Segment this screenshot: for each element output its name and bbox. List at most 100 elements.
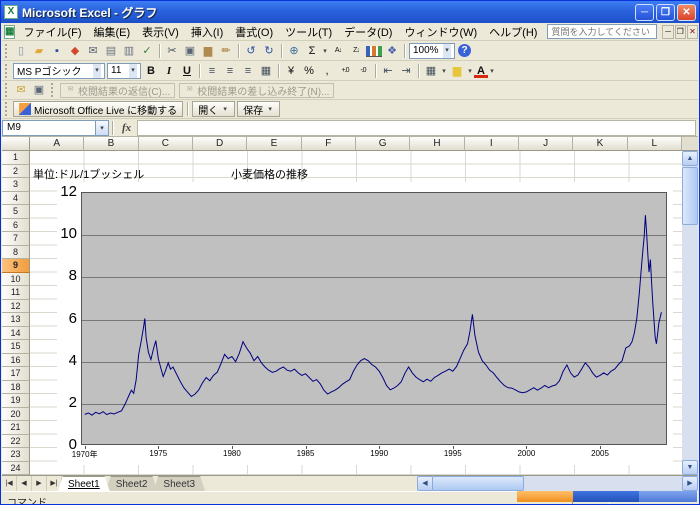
title-bar[interactable]: X Microsoft Excel - グラフ ─ ❐ ✕ (1, 1, 699, 23)
percent-style-icon[interactable]: % (300, 63, 318, 79)
menu-item-insert[interactable]: 挿入(I) (185, 23, 229, 41)
chevron-down-icon[interactable]: ▾ (221, 105, 229, 113)
underline-icon[interactable]: U (178, 63, 196, 79)
row-header-10[interactable]: 10 (2, 273, 30, 287)
menu-item-window[interactable]: ウィンドウ(W) (398, 23, 483, 41)
workbook-minimize-button[interactable]: ─ (662, 25, 673, 39)
insert-function-icon[interactable]: fx (122, 122, 131, 134)
workbook-icon[interactable]: ▦ (4, 25, 15, 39)
workbook-close-button[interactable]: ✕ (687, 25, 698, 39)
merge-center-icon[interactable]: ▦ (257, 63, 275, 79)
toolbar-grip[interactable] (5, 64, 9, 78)
align-left-icon[interactable]: ≡ (203, 63, 221, 79)
menu-item-tools[interactable]: ツール(T) (279, 23, 338, 41)
row-header-23[interactable]: 23 (2, 448, 30, 462)
name-box[interactable]: M9 (2, 120, 96, 136)
font-color-icon[interactable]: A (474, 65, 488, 78)
toolbar-grip[interactable] (51, 83, 55, 97)
office-live-save-button[interactable]: 保存 ▾ (237, 101, 280, 117)
format-painter-icon[interactable]: ✏ (217, 43, 235, 59)
scroll-left-icon[interactable]: ◀ (417, 476, 433, 491)
align-center-icon[interactable]: ≡ (221, 63, 239, 79)
spelling-icon[interactable]: ✓ (138, 43, 156, 59)
chevron-down-icon[interactable]: ▾ (321, 47, 329, 55)
row-header-20[interactable]: 20 (2, 408, 30, 422)
align-right-icon[interactable]: ≡ (239, 63, 257, 79)
print-icon[interactable]: ▤ (102, 43, 120, 59)
chart-wizard-icon[interactable] (366, 46, 382, 57)
paste-icon[interactable]: ▆ (199, 43, 217, 59)
chevron-down-icon[interactable]: ▾ (93, 64, 101, 78)
scroll-right-icon[interactable]: ▶ (682, 476, 698, 491)
column-header-J[interactable]: J (519, 137, 573, 151)
chevron-down-icon[interactable]: ▾ (440, 67, 448, 75)
row-header-4[interactable]: 4 (2, 192, 30, 206)
decrease-indent-icon[interactable]: ⇤ (379, 63, 397, 79)
question-input[interactable] (547, 24, 657, 39)
print-preview-icon[interactable]: ▥ (120, 43, 138, 59)
drawing-icon[interactable]: ❖ (383, 43, 401, 59)
wheat-price-chart[interactable]: 0246810121970年19751980198519901995200020… (57, 182, 673, 465)
close-button[interactable]: ✕ (677, 4, 696, 21)
row-header-9[interactable]: 9 (2, 259, 30, 273)
sort-ascending-icon[interactable]: A↓ (329, 43, 347, 59)
menu-item-data[interactable]: データ(D) (338, 23, 398, 41)
toolbar-grip[interactable] (5, 83, 9, 97)
row-header-15[interactable]: 15 (2, 340, 30, 354)
column-header-L[interactable]: L (628, 137, 682, 151)
chevron-down-icon[interactable]: ▾ (96, 120, 109, 136)
zoom-select[interactable]: 100% ▾ (409, 43, 455, 59)
save-icon[interactable]: ▪ (48, 43, 66, 59)
row-header-17[interactable]: 17 (2, 367, 30, 381)
row-header-22[interactable]: 22 (2, 435, 30, 449)
hyperlink-icon[interactable]: ⊕ (285, 43, 303, 59)
row-header-16[interactable]: 16 (2, 354, 30, 368)
sheet-tab-sheet2[interactable]: Sheet2 (106, 476, 158, 491)
currency-style-icon[interactable]: ¥ (282, 63, 300, 79)
toolbar-grip[interactable] (5, 44, 9, 58)
minimize-button[interactable]: ─ (635, 4, 654, 21)
row-header-21[interactable]: 21 (2, 421, 30, 435)
email-icon[interactable]: ✉ (84, 43, 102, 59)
formula-input[interactable] (137, 120, 696, 136)
row-header-3[interactable]: 3 (2, 178, 30, 192)
autosum-icon[interactable]: Σ (303, 43, 321, 59)
unit-label-cell[interactable]: 単位:ドル/1ブッシェル (33, 166, 144, 182)
menu-item-help[interactable]: ヘルプ(H) (483, 23, 543, 41)
office-live-goto-button[interactable]: Microsoft Office Live に移動する (13, 101, 183, 117)
borders-icon[interactable]: ▦ (422, 63, 440, 79)
column-header-H[interactable]: H (410, 137, 464, 151)
font-size-select[interactable]: 11 ▾ (107, 63, 141, 79)
redo-icon[interactable]: ↻ (260, 43, 278, 59)
row-header-13[interactable]: 13 (2, 313, 30, 327)
vertical-scroll-thumb[interactable] (682, 167, 698, 225)
chevron-down-icon[interactable]: ▾ (129, 64, 137, 78)
column-header-E[interactable]: E (247, 137, 301, 151)
row-header-14[interactable]: 14 (2, 327, 30, 341)
menu-item-file[interactable]: ファイル(F) (17, 23, 87, 41)
workbook-restore-button[interactable]: ❐ (675, 25, 686, 39)
fill-color-icon[interactable]: ▆ (448, 63, 466, 79)
sort-descending-icon[interactable]: Z↓ (347, 43, 365, 59)
row-header-12[interactable]: 12 (2, 300, 30, 314)
cut-icon[interactable]: ✂ (163, 43, 181, 59)
open-folder-icon[interactable]: ▰ (30, 43, 48, 59)
scroll-up-icon[interactable]: ▲ (682, 151, 698, 166)
help-icon[interactable]: ? (458, 44, 471, 57)
office-live-open-button[interactable]: 開く ▾ (192, 101, 235, 117)
row-header-7[interactable]: 7 (2, 232, 30, 246)
row-header-2[interactable]: 2 (2, 165, 30, 179)
column-header-A[interactable]: A (30, 137, 84, 151)
menu-item-format[interactable]: 書式(O) (229, 23, 279, 41)
permission-icon[interactable]: ◆ (66, 43, 84, 59)
column-header-D[interactable]: D (193, 137, 247, 151)
column-header-C[interactable]: C (139, 137, 193, 151)
sheet-tab-sheet3[interactable]: Sheet3 (153, 476, 205, 491)
chevron-down-icon[interactable]: ▾ (466, 67, 474, 75)
horizontal-scrollbar[interactable]: ◀ ▶ (417, 476, 698, 491)
increase-indent-icon[interactable]: ⇥ (397, 63, 415, 79)
menu-item-view[interactable]: 表示(V) (136, 23, 185, 41)
next-sheet-button[interactable]: ▶ (32, 476, 47, 491)
row-header-19[interactable]: 19 (2, 394, 30, 408)
row-header-24[interactable]: 24 (2, 462, 30, 476)
